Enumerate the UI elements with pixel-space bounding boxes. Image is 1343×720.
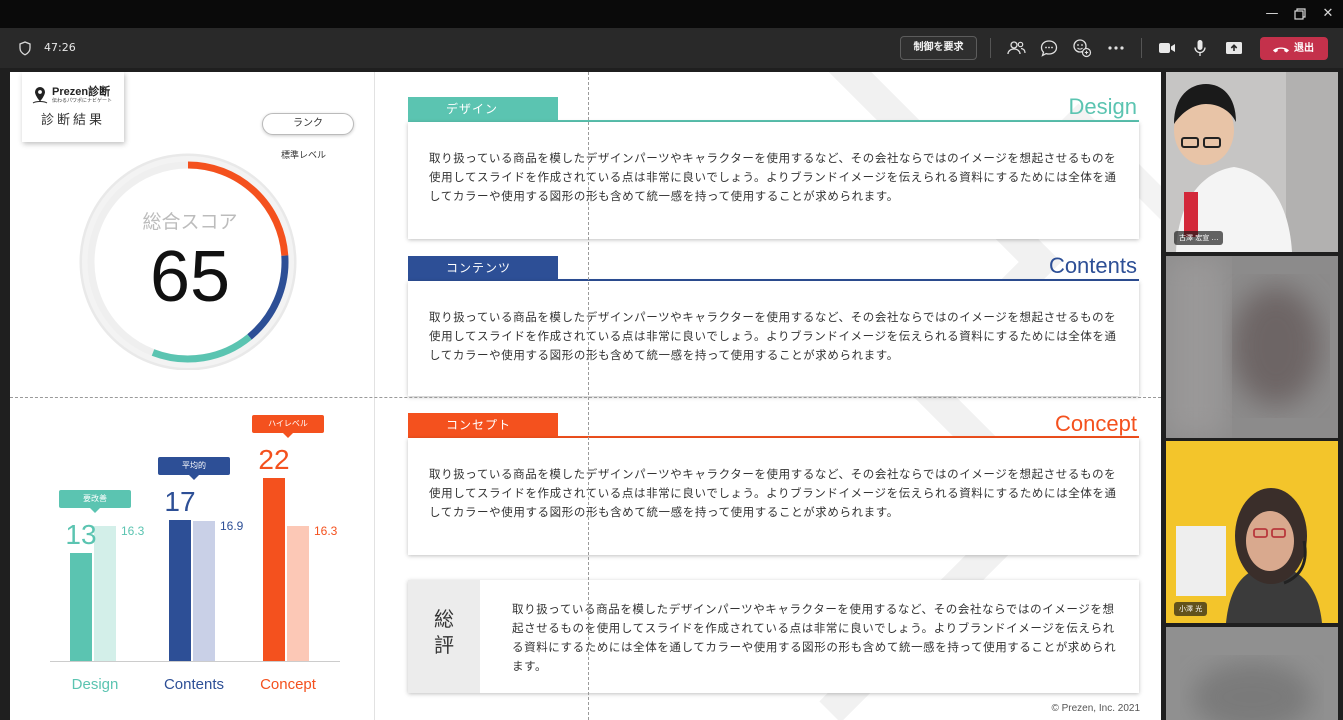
summary-heading: 総評 [408,580,480,693]
design-score-value: 13 [65,519,97,551]
camera-icon[interactable] [1156,37,1178,59]
reactions-icon[interactable] [1071,37,1093,59]
design-category-label: Design [71,676,119,693]
participant-name-tag: 小澤 光 [1174,602,1208,616]
participant-name-tag: 古澤 宏宣 … [1174,231,1224,245]
design-feedback-box: 取り扱っている商品を模したデザインパーツやキャラクターを使用するなど、その会社な… [408,122,1139,239]
design-average-value: 16.3 [121,523,145,538]
copyright: © Prezen, Inc. 2021 [1051,703,1140,714]
hang-up-icon [1273,47,1289,53]
close-icon[interactable]: ✕ [1316,4,1340,24]
pane-divider [374,72,375,720]
participant-video [1166,441,1338,623]
logo-card: Prezen診断 伝わるパワポにナビゲート 診断結果 [22,72,124,142]
summary-box: 総評 取り扱っている商品を模したデザインパーツやキャラクターを使用するなど、その… [408,580,1139,693]
concept-feedback-box: 取り扱っている商品を模したデザインパーツやキャラクターを使用するなど、その会社な… [408,438,1139,555]
design-score-bar [70,553,92,661]
shared-slide: Prezen診断 伝わるパワポにナビゲート 診断結果 ランク 標準レベル 総合ス… [10,72,1161,720]
share-screen-icon[interactable] [1223,37,1245,59]
result-title: 診断結果 [40,113,105,128]
toolbar-divider [990,38,991,58]
participants-icon[interactable] [1005,37,1027,59]
design-title: Design [1068,94,1137,119]
concept-tab: コンセプト [408,413,558,437]
design-feedback-text: 取り扱っている商品を模したデザインパーツやキャラクターを使用するなど、その会社な… [429,151,1117,203]
window-titlebar: — ✕ [0,0,1343,28]
design-level-tag: 要改善 [59,490,131,514]
contents-tab: コンテンツ [408,256,558,280]
restore-icon[interactable] [1288,4,1312,24]
meeting-toolbar: 47:26 制御を要求 退出 [0,28,1343,68]
minimize-icon[interactable]: — [1260,4,1284,24]
logo-tagline: 伝わるパワポにナビゲート [52,98,113,104]
concept-feedback-text: 取り扱っている商品を模したデザインパーツやキャラクターを使用するなど、その会社な… [429,467,1117,519]
meeting-timer: 47:26 [44,41,76,54]
rank-label: ランク [262,113,354,135]
contents-feedback-box: 取り扱っている商品を模したデザインパーツやキャラクターを使用するなど、その会社な… [408,281,1139,396]
concept-score-value: 22 [258,444,290,476]
concept-level-tag: ハイレベル [252,415,324,439]
score-panel: Prezen診断 伝わるパワポにナビゲート 診断結果 ランク 標準レベル 総合ス… [10,72,374,720]
request-control-button[interactable]: 制御を要求 [900,36,977,60]
participant-more-icon[interactable]: … [1211,234,1218,242]
guide-line-vertical [588,72,589,720]
participant-tile[interactable] [1166,256,1338,438]
toolbar-divider [1141,38,1142,58]
leave-button[interactable]: 退出 [1260,37,1328,60]
contents-level-tag: 平均的 [158,456,230,480]
contents-feedback-text: 取り扱っている商品を模したデザインパーツやキャラクターを使用するなど、その会社な… [429,310,1117,362]
participant-tile[interactable]: 小澤 光 [1166,441,1338,623]
location-pin-icon [32,87,48,104]
participant-name: 小澤 光 [1179,605,1203,613]
more-icon[interactable] [1105,37,1127,59]
total-score-label: 総合スコア [142,211,238,233]
concept-title: Concept [1055,411,1137,436]
concept-score-bar [263,478,285,661]
microphone-icon[interactable] [1189,37,1211,59]
contents-score-value: 17 [164,485,196,517]
contents-average-bar [193,520,215,661]
participant-tile[interactable]: 古澤 宏宣 … [1166,72,1338,252]
concept-category-label: Concept [260,676,316,693]
leave-label: 退出 [1294,43,1314,54]
summary-text: 取り扱っている商品を模したデザインパーツやキャラクターを使用するなど、その会社な… [512,602,1117,673]
participant-name: 古澤 宏宣 [1179,234,1210,242]
contents-category-label: Contents [163,676,225,693]
concept-average-value: 16.3 [314,523,338,538]
participant-video-blurred [1166,627,1338,720]
total-score-value: 65 [149,237,231,317]
participant-video-blurred [1166,256,1338,438]
summary-heading-text: 総評 [434,607,454,657]
participant-video [1166,72,1338,252]
chat-icon[interactable] [1038,37,1060,59]
contents-average-value: 16.9 [220,518,244,533]
chart-baseline [50,661,340,662]
participant-tile[interactable] [1166,627,1338,720]
guide-line-horizontal [10,397,1161,398]
design-tab: デザイン [408,97,558,121]
shield-icon [19,41,31,56]
contents-score-bar [169,519,191,661]
contents-title: Contents [1048,253,1137,278]
concept-average-bar [287,525,309,661]
